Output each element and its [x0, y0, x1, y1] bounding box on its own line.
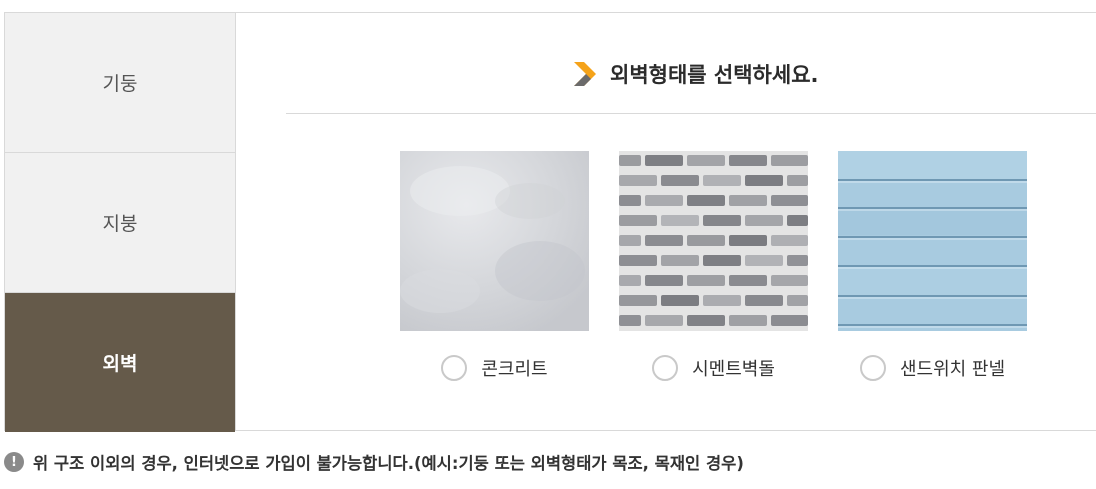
- structure-selector: 기둥 지붕 외벽 외벽형태를 선택하세요. 콘크리트 시멘트벽돌 샌드위치 판넬: [4, 12, 1096, 432]
- main-panel: 외벽형태를 선택하세요. 콘크리트 시멘트벽돌 샌드위치 판넬: [236, 13, 1096, 430]
- concrete-texture-image[interactable]: [400, 151, 589, 331]
- page-title-text: 외벽형태를 선택하세요.: [610, 63, 819, 87]
- page-title: 외벽형태를 선택하세요.: [572, 57, 819, 91]
- option-cement-brick[interactable]: 시멘트벽돌: [619, 151, 808, 381]
- option-concrete[interactable]: 콘크리트: [400, 151, 589, 381]
- radio-cement-brick[interactable]: [652, 355, 679, 381]
- radio-sandwich-panel[interactable]: [859, 355, 886, 381]
- notice: ! 위 구조 이외의 경우, 인터넷으로 가입이 불가능합니다.(예시:기둥 또…: [4, 450, 744, 474]
- radio-concrete[interactable]: [441, 355, 468, 381]
- sandwich-panel-texture-image[interactable]: [838, 151, 1027, 331]
- sidebar-item-pillar[interactable]: 기둥: [5, 13, 235, 153]
- sidebar-item-label: 지붕: [102, 213, 138, 235]
- option-sandwich-panel-radio-row[interactable]: 샌드위치 판넬: [838, 355, 1027, 381]
- option-cement-brick-radio-row[interactable]: 시멘트벽돌: [619, 355, 808, 381]
- sidebar: 기둥 지붕 외벽: [4, 13, 236, 432]
- option-concrete-radio-row[interactable]: 콘크리트: [400, 355, 589, 381]
- info-icon: !: [4, 452, 24, 472]
- sidebar-item-label: 기둥: [102, 73, 138, 95]
- chevron-right-icon: [574, 62, 596, 86]
- notice-text: 위 구조 이외의 경우, 인터넷으로 가입이 불가능합니다.(예시:기둥 또는 …: [33, 454, 744, 473]
- option-label: 샌드위치 판넬: [899, 359, 1006, 380]
- brick-texture-image[interactable]: [619, 151, 808, 331]
- option-label: 콘크리트: [481, 359, 548, 380]
- sidebar-item-label: 외벽: [102, 353, 138, 375]
- option-sandwich-panel[interactable]: 샌드위치 판넬: [838, 151, 1027, 381]
- divider: [286, 113, 1096, 114]
- option-label: 시멘트벽돌: [692, 359, 775, 380]
- sidebar-item-roof[interactable]: 지붕: [5, 153, 235, 293]
- sidebar-item-exterior-wall[interactable]: 외벽: [5, 293, 235, 432]
